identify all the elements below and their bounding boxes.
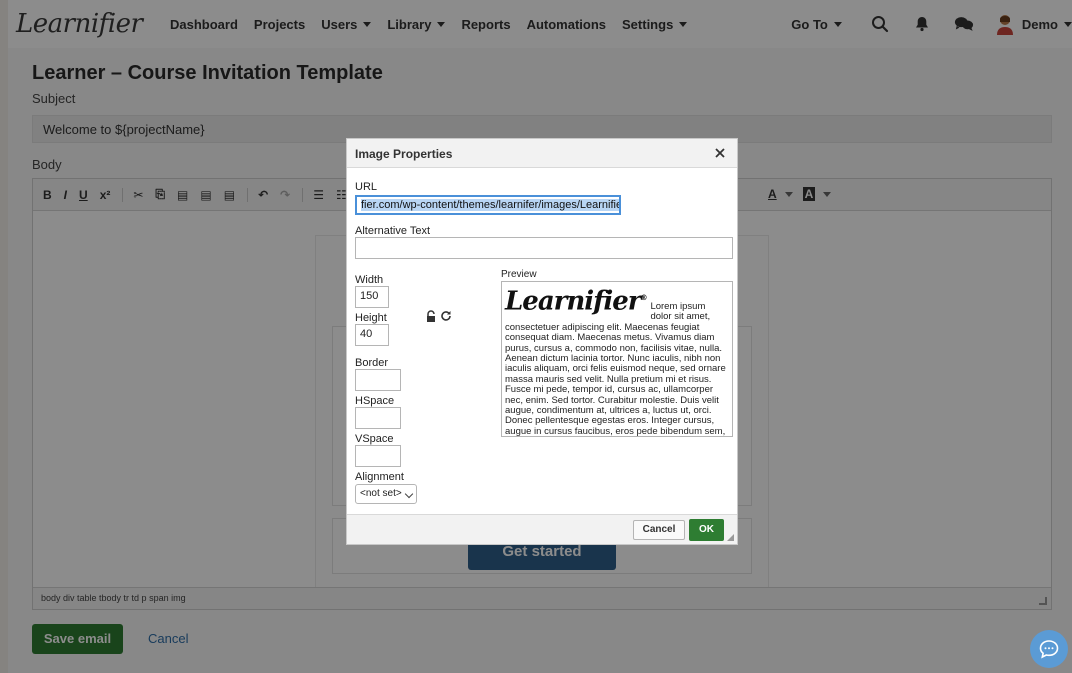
- alignment-label: Alignment: [355, 471, 404, 483]
- border-label: Border: [355, 357, 389, 369]
- chat-bubble-icon: [1039, 640, 1059, 659]
- dialog-resize-handle[interactable]: [727, 534, 734, 541]
- chevron-down-icon: [404, 489, 414, 499]
- alt-text-input[interactable]: [355, 237, 733, 259]
- preview-logo-image: Learnifier®: [505, 286, 647, 317]
- alignment-value: <not set>: [360, 488, 402, 499]
- height-label: Height: [355, 312, 387, 324]
- hspace-input[interactable]: [355, 407, 401, 429]
- hspace-label: HSpace: [355, 395, 395, 407]
- url-value: fier.com/wp-content/themes/learnifer/ima…: [361, 199, 619, 211]
- height-input[interactable]: 40: [355, 324, 389, 346]
- url-input[interactable]: fier.com/wp-content/themes/learnifer/ima…: [355, 195, 621, 215]
- width-input[interactable]: 150: [355, 286, 389, 308]
- vspace-label: VSpace: [355, 433, 394, 445]
- alignment-select[interactable]: <not set>: [355, 484, 417, 504]
- image-properties-dialog: Image Properties URL fier.com/wp-content…: [346, 138, 738, 545]
- dialog-header: Image Properties: [347, 139, 737, 168]
- dialog-title: Image Properties: [355, 147, 453, 161]
- border-input[interactable]: [355, 369, 401, 391]
- dialog-footer: Cancel OK: [347, 514, 737, 544]
- dialog-ok-button[interactable]: OK: [689, 519, 724, 541]
- alt-text-label: Alternative Text: [355, 225, 431, 237]
- vspace-input[interactable]: [355, 445, 401, 467]
- url-label: URL: [355, 181, 378, 193]
- reset-size-icon[interactable]: [440, 310, 452, 322]
- close-icon[interactable]: [713, 146, 727, 160]
- support-chat-button[interactable]: [1030, 630, 1068, 668]
- image-preview: Learnifier® Lorem ipsum dolor sit amet, …: [501, 281, 733, 437]
- preview-label: Preview: [501, 269, 537, 280]
- width-label: Width: [355, 274, 384, 286]
- dialog-cancel-button[interactable]: Cancel: [633, 520, 685, 540]
- lock-ratio-icon[interactable]: [425, 310, 437, 322]
